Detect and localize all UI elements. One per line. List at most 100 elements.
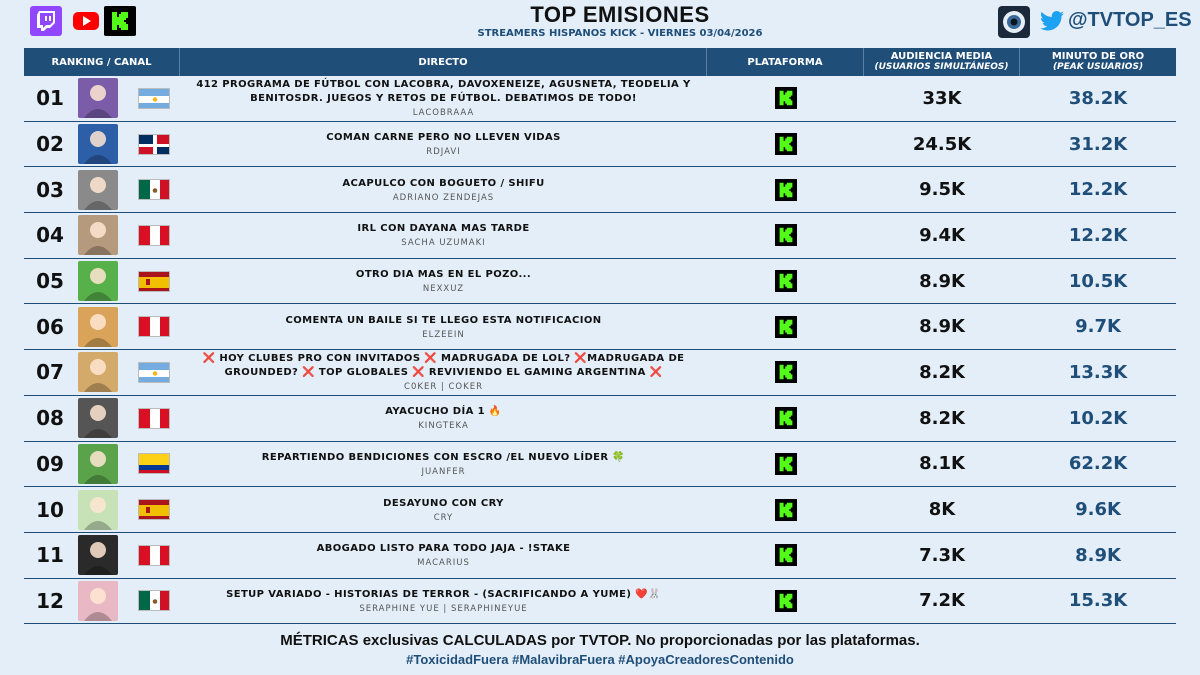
twitter-handle[interactable]: @TVTOP_ES [1068,9,1192,32]
platform-cell [707,213,864,258]
flag-icon-pe [138,224,170,246]
kick-icon [774,133,797,156]
table-row[interactable]: 12 SETUP VARIADO - HISTORIAS DE TERROR -… [24,579,1176,625]
audience-value: 9.5K [919,179,965,201]
twitch-logo-icon [30,6,62,36]
table-row[interactable]: 01 412 PROGRAMA DE FÚTBOL CON LACOBRA, D… [24,76,1176,122]
stream-title[interactable]: IRL CON DAYANA MAS TARDE [357,222,529,236]
stream-title[interactable]: COMENTA UN BAILE SI TE LLEGO ESTA NOTIFI… [286,314,602,328]
page-title: TOP EMISIONES [530,2,710,27]
kick-icon [774,315,797,338]
platform-cell [707,76,864,121]
streamer-avatar[interactable] [78,443,118,484]
table-header: RANKING / CANAL DIRECTO PLATAFORMA AUDIE… [24,48,1176,76]
table-row[interactable]: 03 ACAPULCO CON BOGUETO / SHIFU ADRIANO … [24,167,1176,214]
stream-title[interactable]: DESAYUNO CON CRY [383,497,504,511]
streamer-avatar[interactable] [78,398,118,439]
streamer-name[interactable]: JUANFER [421,467,465,477]
audience-value: 8.1K [919,453,965,475]
flag-icon-do [138,133,170,155]
column-header-title: DIRECTO [180,48,707,76]
rank-number: 11 [36,543,64,568]
flag-icon-pe [138,316,170,338]
platform-cell [707,167,864,212]
peak-value: 10.5K [1068,270,1128,292]
stream-title[interactable]: ACAPULCO CON BOGUETO / SHIFU [342,177,544,191]
streamer-name[interactable]: KINGTEKA [418,421,469,431]
platform-cell [707,579,864,624]
peak-value: 31.2K [1068,133,1128,155]
streamer-avatar[interactable] [78,261,118,302]
streamer-avatar[interactable] [78,78,118,119]
rank-number: 07 [36,360,64,385]
peak-value: 9.6K [1075,499,1121,521]
table-row[interactable]: 06 COMENTA UN BAILE SI TE LLEGO ESTA NOT… [24,304,1176,351]
streamer-avatar[interactable] [78,124,118,165]
platform-cell [707,350,864,395]
twitter-bird-icon [1040,11,1064,35]
stream-title[interactable]: ❌ HOY CLUBES PRO CON INVITADOS ❌ MADRUGA… [180,352,707,380]
streamer-avatar[interactable] [78,489,118,530]
stream-cell: DESAYUNO CON CRY CRY [180,487,707,532]
peak-value: 10.2K [1068,407,1128,429]
streamer-name[interactable]: SERAPHINE YUE | SERAPHINEYUE [359,604,527,614]
stream-title[interactable]: AYACUCHO DÍA 1 🔥 [385,405,502,419]
table-row[interactable]: 08 AYACUCHO DÍA 1 🔥 KINGTEKA 8.2K 10.2K [24,396,1176,442]
rank-number: 10 [36,497,64,522]
streamer-name[interactable]: ELZEEIN [422,330,465,340]
column-header-platform: PLATAFORMA [707,48,864,76]
rank-number: 04 [36,223,64,248]
streamer-avatar[interactable] [78,535,118,576]
streamer-avatar[interactable] [78,169,118,210]
stream-title[interactable]: SETUP VARIADO - HISTORIAS DE TERROR - (S… [226,588,661,602]
column-header-rank: RANKING / CANAL [24,48,180,76]
streamer-avatar[interactable] [78,580,118,621]
peak-value: 62.2K [1068,453,1128,475]
stream-title[interactable]: OTRO DIA MAS EN EL POZO... [356,268,531,282]
flag-icon-es [138,499,170,521]
rank-number: 06 [36,314,64,339]
rank-cell: 04 [24,213,180,258]
audience-value: 8K [928,499,956,521]
table-row[interactable]: 07 ❌ HOY CLUBES PRO CON INVITADOS ❌ MADR… [24,350,1176,396]
peak-value: 38.2K [1068,87,1128,109]
table-row[interactable]: 09 REPARTIENDO BENDICIONES CON ESCRO /EL… [24,442,1176,488]
streamer-avatar[interactable] [78,215,118,256]
table-row[interactable]: 05 OTRO DIA MAS EN EL POZO... NEXXUZ 8.9… [24,259,1176,305]
table-row[interactable]: 11 ABOGADO LISTO PARA TODO JAJA - !STAKE… [24,533,1176,579]
rank-cell: 12 [24,579,180,624]
peak-value: 12.2K [1068,224,1128,246]
platform-cell [707,396,864,441]
rank-cell: 11 [24,533,180,578]
header: TOP EMISIONES STREAMERS HISPANOS KICK - … [0,0,1200,46]
streamer-name[interactable]: C0KER | COKER [404,382,483,392]
flag-icon-ar [138,361,170,383]
streamer-name[interactable]: MACARIUS [417,558,470,568]
table-row[interactable]: 04 IRL CON DAYANA MAS TARDE SACHA UZUMAK… [24,213,1176,259]
streamer-name[interactable]: RDJAVI [426,147,460,157]
audience-value: 24.5K [912,133,972,155]
streamer-name[interactable]: CRY [434,513,454,523]
platform-cell [707,304,864,349]
stream-title[interactable]: REPARTIENDO BENDICIONES CON ESCRO /EL NU… [262,451,625,465]
streamer-name[interactable]: LACOBRAAA [413,108,475,118]
table-row[interactable]: 02 COMAN CARNE PERO NO LLEVEN VIDAS RDJA… [24,122,1176,168]
streamer-name[interactable]: SACHA UZUMAKI [401,238,485,248]
tvtop-logo-icon [998,6,1030,38]
flag-icon-pe [138,544,170,566]
flag-icon-mx [138,179,170,201]
kick-icon [774,361,797,384]
stream-title[interactable]: 412 PROGRAMA DE FÚTBOL CON LACOBRA, DAVO… [180,78,707,106]
stream-cell: 412 PROGRAMA DE FÚTBOL CON LACOBRA, DAVO… [180,76,707,121]
kick-icon [774,407,797,430]
rank-cell: 07 [24,350,180,395]
table-row[interactable]: 10 DESAYUNO CON CRY CRY 8K 9.6K [24,487,1176,533]
audience-value: 8.9K [919,270,965,292]
streamer-name[interactable]: NEXXUZ [423,284,464,294]
streamer-name[interactable]: ADRIANO ZENDEJAS [393,193,494,203]
streamer-avatar[interactable] [78,306,118,347]
streamer-avatar[interactable] [78,352,118,393]
stream-title[interactable]: COMAN CARNE PERO NO LLEVEN VIDAS [326,131,561,145]
stream-cell: REPARTIENDO BENDICIONES CON ESCRO /EL NU… [180,442,707,487]
stream-title[interactable]: ABOGADO LISTO PARA TODO JAJA - !STAKE [317,542,571,556]
